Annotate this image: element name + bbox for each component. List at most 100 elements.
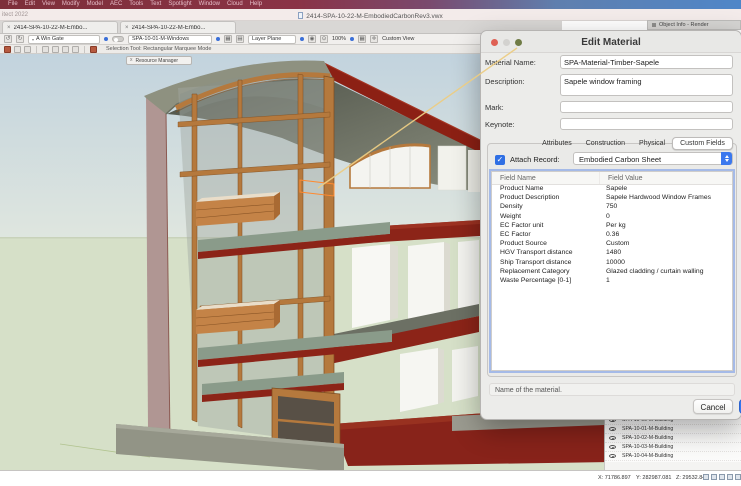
marquee-mode-icon[interactable]: [52, 46, 59, 53]
table-row[interactable]: Replacement Category Glazed cladding / c…: [492, 268, 732, 277]
help-text: Name of the material.: [489, 383, 735, 396]
snap-object-icon[interactable]: [711, 474, 717, 480]
render-mode[interactable]: Custom View: [382, 36, 414, 42]
pen-tool-icon[interactable]: [14, 46, 21, 53]
keynote-label: Keynote:: [485, 120, 558, 129]
swap-arrows-icon[interactable]: [42, 46, 49, 53]
design-layers-list[interactable]: SPA-10-00-M-Building SPA-10-01-M-Buildin…: [604, 415, 741, 462]
eye-icon[interactable]: [609, 445, 616, 449]
snap-angle-icon[interactable]: [719, 474, 725, 480]
table-row[interactable]: EC Factor unit Per kg: [492, 222, 732, 231]
angle-snap-icon[interactable]: [24, 46, 31, 53]
menu-item[interactable]: AEC: [110, 0, 122, 9]
snap-smart-icon[interactable]: [735, 474, 741, 480]
table-row[interactable]: Weight 0: [492, 213, 732, 222]
menu-item[interactable]: Spotlight: [168, 0, 191, 9]
zoom-level[interactable]: 100%: [332, 36, 346, 42]
layer-row[interactable]: SPA-10-03-M-Building: [605, 443, 741, 452]
dialog-tab-control: Attributes Construction Physical Custom …: [539, 136, 729, 150]
active-indicator-dot: [104, 37, 108, 41]
layer-row[interactable]: SPA-10-01-M-Building: [605, 425, 741, 434]
table-row[interactable]: Waste Percentage [0-1] 1: [492, 277, 732, 286]
material-name-field[interactable]: SPA-Material-Timber-Sapele: [560, 55, 733, 69]
eye-icon[interactable]: [609, 436, 616, 440]
table-row[interactable]: Density 750: [492, 203, 732, 212]
record-format-dropdown[interactable]: Embodied Carbon Sheet: [573, 152, 733, 165]
table-body: Product Name Sapele Product Description …: [492, 185, 732, 286]
cancel-button[interactable]: Cancel: [693, 399, 733, 414]
table-row[interactable]: Product Source Custom: [492, 240, 732, 249]
keynote-field[interactable]: [560, 118, 733, 130]
layer-options-toggle[interactable]: [112, 36, 124, 42]
active-indicator-dot: [216, 37, 220, 41]
flag-mode-icon[interactable]: [72, 46, 79, 53]
table-row[interactable]: Ship Transport distance 10000: [492, 259, 732, 268]
zoom-icon[interactable]: ⊙: [320, 35, 328, 43]
record-fields-table[interactable]: Field Name Field Value Product Name Sape…: [491, 171, 733, 371]
document-tab-2[interactable]: × 2414-SPA-10-22-M-Embo...: [120, 21, 236, 33]
layer-visibility-icon[interactable]: ▦: [224, 35, 232, 43]
selection-filter-icon[interactable]: [90, 46, 97, 53]
menu-item[interactable]: Text: [150, 0, 161, 9]
document-tab-label: 2414-SPA-10-22-M-Embo...: [14, 25, 88, 31]
menu-item[interactable]: View: [42, 0, 55, 9]
menu-item[interactable]: Tools: [129, 0, 143, 9]
layer-row[interactable]: SPA-10-04-M-Building: [605, 452, 741, 461]
lasso-mode-icon[interactable]: [62, 46, 69, 53]
menu-item[interactable]: Window: [199, 0, 220, 9]
grid-icon[interactable]: ▦: [358, 35, 366, 43]
table-header: Field Name Field Value: [492, 172, 732, 185]
close-icon[interactable]: x: [130, 57, 133, 64]
menu-item[interactable]: Help: [250, 0, 262, 9]
close-icon[interactable]: ×: [125, 23, 129, 33]
redo-view-icon[interactable]: ↻: [16, 35, 24, 43]
layer-name: SPA-10-04-M-Building: [622, 453, 673, 459]
snap-intersection-icon[interactable]: [727, 474, 733, 480]
layer-name: SPA-10-03-M-Building: [622, 444, 673, 450]
menu-item[interactable]: File: [8, 0, 18, 9]
close-icon[interactable]: ×: [7, 23, 11, 33]
tab-attributes[interactable]: Attributes: [535, 138, 579, 149]
document-icon: [298, 12, 303, 19]
resource-manager-label: Resource Manager: [136, 58, 179, 64]
eye-icon[interactable]: [609, 427, 616, 431]
document-tab-1[interactable]: × 2414-SPA-10-22-M-Embo...: [2, 21, 118, 33]
stepper-control[interactable]: [721, 152, 732, 165]
divider: [84, 46, 85, 53]
tab-physical[interactable]: Physical: [632, 138, 672, 149]
dialog-title-bar[interactable]: Edit Material: [481, 31, 741, 53]
table-row[interactable]: HGV Transport distance 1480: [492, 249, 732, 258]
cursor-z-coordinate: Z: 29532.84: [676, 475, 705, 481]
snap-grid-icon[interactable]: [703, 474, 709, 480]
mark-field[interactable]: [560, 101, 733, 113]
tab-construction[interactable]: Construction: [579, 138, 632, 149]
table-row[interactable]: Product Description Sapele Hardwood Wind…: [492, 194, 732, 203]
table-row[interactable]: EC Factor 0.36: [492, 231, 732, 240]
active-indicator-dot: [350, 37, 354, 41]
object-info-panel-header[interactable]: Object Info - Render: [647, 20, 741, 30]
undo-view-icon[interactable]: ↺: [4, 35, 12, 43]
eye-icon[interactable]: ◉: [308, 35, 316, 43]
plane-mode-dropdown[interactable]: Layer Plane: [248, 35, 296, 44]
menu-item[interactable]: Cloud: [227, 0, 243, 9]
table-row[interactable]: Product Name Sapele: [492, 185, 732, 194]
layer-row[interactable]: SPA-10-02-M-Building: [605, 434, 741, 443]
description-field[interactable]: Sapele window framing: [560, 74, 733, 96]
active-indicator-dot: [300, 37, 304, 41]
menu-item[interactable]: Modify: [62, 0, 80, 9]
compass-icon[interactable]: ✛: [370, 35, 378, 43]
active-layer-dropdown[interactable]: SPA-10-01-M-Windows: [128, 35, 212, 44]
magnet-snap-icon[interactable]: [4, 46, 11, 53]
saved-views-dropdown[interactable]: ▾A Win Gate: [28, 35, 100, 44]
edit-material-dialog: Edit Material Material Name: SPA-Materia…: [480, 30, 741, 420]
panel-collapse-icon[interactable]: [652, 23, 656, 27]
eye-icon[interactable]: [609, 454, 616, 458]
class-visibility-icon[interactable]: ▤: [236, 35, 244, 43]
menu-item[interactable]: Edit: [25, 0, 35, 9]
status-bar: X: 71786.897 Y: 282987.081 Z: 29532.84: [0, 470, 741, 486]
document-tab-strip: × 2414-SPA-10-22-M-Embo... × 2414-SPA-10…: [0, 21, 562, 34]
tab-custom-fields[interactable]: Custom Fields: [672, 137, 733, 150]
attach-record-checkbox[interactable]: ✓: [495, 155, 505, 165]
menu-item[interactable]: Model: [87, 0, 103, 9]
resource-manager-palette[interactable]: x Resource Manager: [126, 56, 192, 65]
